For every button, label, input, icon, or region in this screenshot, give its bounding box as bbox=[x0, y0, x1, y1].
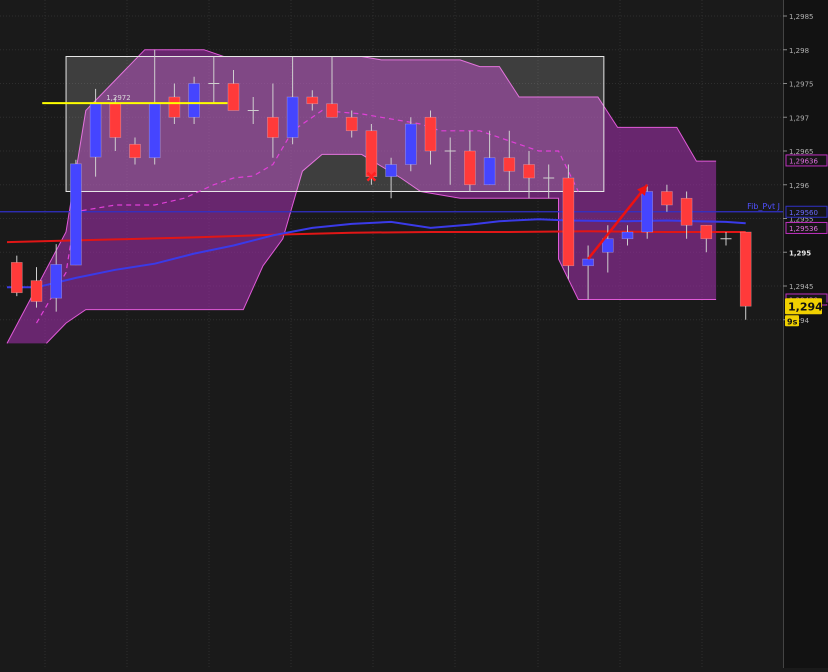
candle-down bbox=[129, 143, 141, 159]
bar-timer-label: 9s bbox=[787, 317, 798, 326]
candle-up bbox=[483, 157, 496, 186]
price-tick-label: 1,296 bbox=[789, 182, 810, 190]
candlestick-chart: Fib_Pvt J 1,2972 1,2985 1,298 1,2975 1,297 1,2… bbox=[0, 0, 828, 668]
price-axis-panel bbox=[783, 0, 828, 668]
candle-up bbox=[50, 264, 63, 299]
price-tick-label: 1,295 bbox=[789, 249, 811, 257]
candle-down bbox=[464, 150, 476, 186]
zone-box bbox=[65, 56, 605, 192]
candle-up bbox=[641, 191, 654, 233]
yellow-level-label: 1,2972 bbox=[106, 94, 131, 102]
price-level-label: 1,29536 bbox=[789, 225, 818, 233]
candle-down bbox=[168, 96, 181, 118]
candle-down bbox=[227, 83, 240, 111]
candle-up bbox=[188, 83, 200, 118]
candle-up bbox=[385, 164, 397, 177]
candle-down bbox=[326, 103, 338, 118]
candle-down bbox=[503, 157, 516, 172]
candle-down bbox=[30, 280, 43, 302]
current-price-label: 1,2942 bbox=[788, 300, 828, 313]
candle-down bbox=[11, 262, 23, 294]
price-tick-label: 1,2945 bbox=[789, 283, 814, 291]
candle-up bbox=[70, 163, 82, 266]
candle-down bbox=[661, 191, 673, 206]
candle-down bbox=[345, 116, 358, 132]
candle-up bbox=[621, 231, 634, 240]
candle-down bbox=[424, 116, 437, 152]
candle-up bbox=[89, 103, 102, 158]
candle-down bbox=[700, 224, 713, 240]
price-tick-label: 1,298 bbox=[789, 47, 809, 55]
price-tick-label: 1,2975 bbox=[789, 81, 814, 89]
candle-down bbox=[523, 164, 535, 179]
candle-down bbox=[562, 177, 575, 267]
candle-down bbox=[267, 116, 279, 138]
chart-root: Fib_Pvt J 1,2972 1,2985 1,298 1,2975 1,297 1,2… bbox=[0, 0, 828, 668]
fib-pivot-label: Fib_Pvt J bbox=[747, 202, 780, 211]
candle-up bbox=[148, 103, 161, 159]
candle-down bbox=[680, 197, 693, 226]
price-level-label: 1,29636 bbox=[789, 157, 818, 165]
price-tick-label: 1,297 bbox=[789, 114, 809, 122]
candle-up bbox=[582, 258, 594, 267]
candle-down bbox=[739, 231, 752, 307]
price-level-label: 1,29560 bbox=[789, 209, 818, 217]
candle-down bbox=[109, 103, 122, 138]
price-tick-label: 1,2985 bbox=[789, 13, 814, 21]
candle-down bbox=[365, 130, 378, 177]
candle-up bbox=[404, 123, 417, 165]
candle-down bbox=[306, 96, 319, 105]
candle-up bbox=[286, 96, 299, 138]
